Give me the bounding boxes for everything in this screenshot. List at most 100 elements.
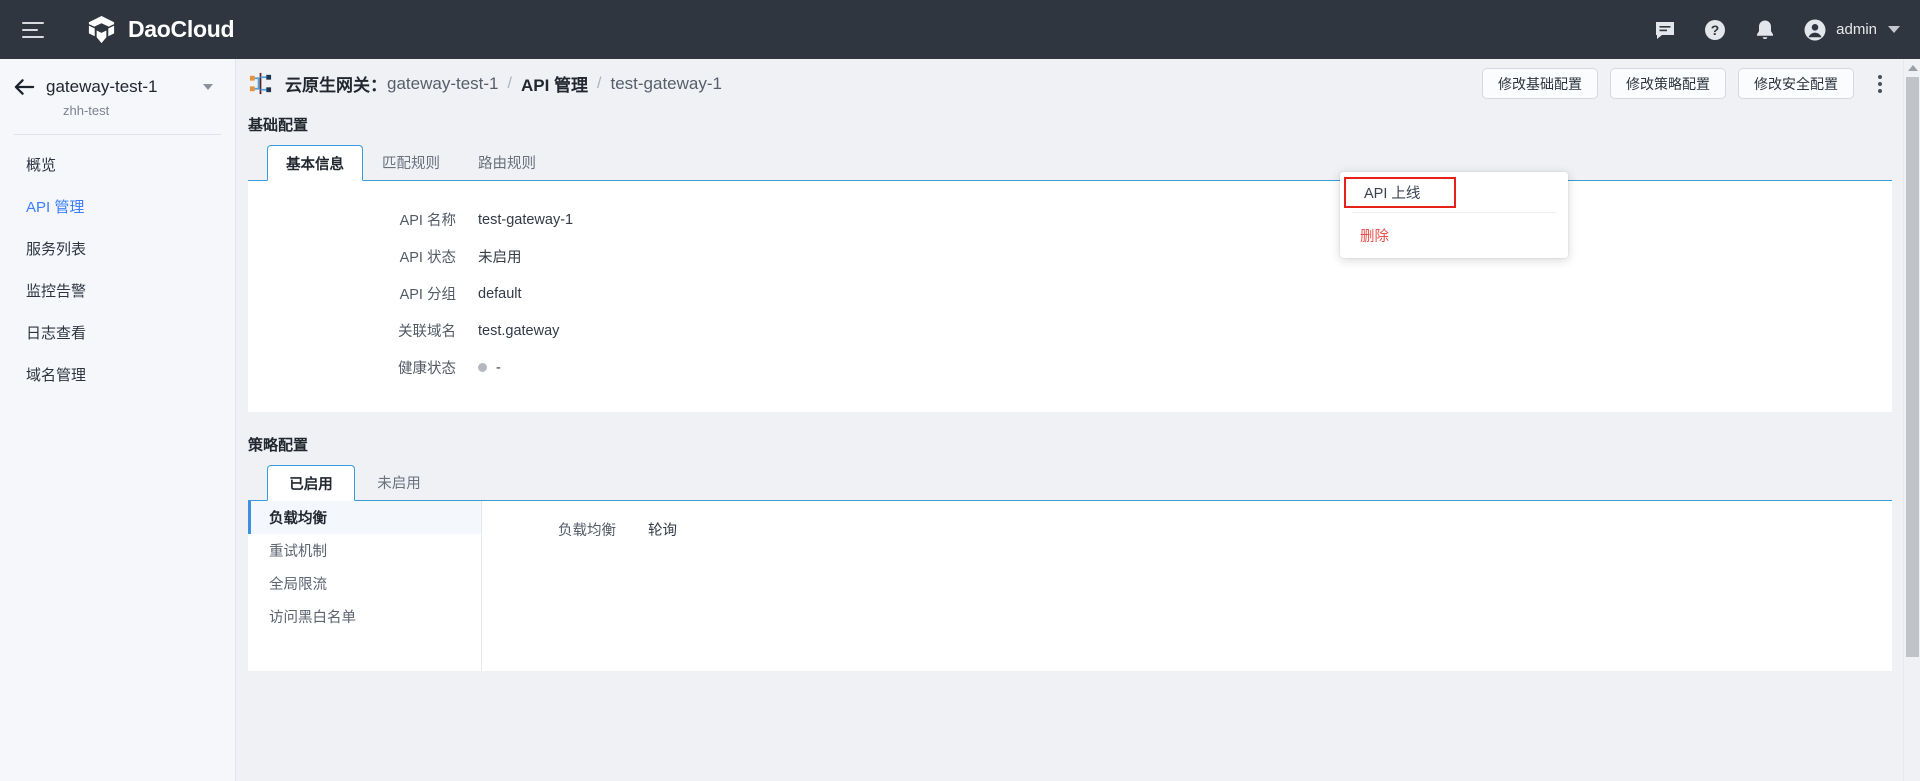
field-value: test-gateway-1 — [478, 211, 574, 228]
tab-enabled[interactable]: 已启用 — [267, 465, 355, 501]
avatar-icon — [1804, 19, 1826, 40]
breadcrumb-label: 云原生网关： — [285, 76, 387, 95]
sidebar-item-api-management[interactable]: API 管理 — [0, 185, 235, 227]
policy-panel: 负载均衡 重试机制 全局限流 访问黑白名单 负载均衡 轮询 — [248, 501, 1892, 671]
menu-item-api-online[interactable]: API 上线 — [1344, 177, 1456, 208]
breadcrumb-separator: / — [507, 74, 512, 92]
sidebar-item-label: 域名管理 — [26, 366, 87, 384]
edit-security-config-button[interactable]: 修改安全配置 — [1738, 68, 1854, 99]
tab-disabled[interactable]: 未启用 — [355, 464, 443, 500]
basic-config-title: 基础配置 — [248, 117, 309, 134]
tab-label: 路由规则 — [478, 156, 536, 172]
app-root: DaoCloud ? admin gateway-test-1 zhh-test… — [0, 0, 1920, 781]
field-label: 健康状态 — [398, 361, 456, 377]
menu-divider — [1352, 212, 1556, 213]
status-dot-icon — [478, 363, 487, 372]
field-row-api-status: API 状态 未启用 — [248, 238, 1892, 275]
scrollbar-thumb[interactable] — [1905, 77, 1919, 657]
policy-item-label: 访问黑白名单 — [269, 610, 356, 626]
field-value: - — [496, 359, 501, 376]
field-row-health-status: 健康状态 - — [248, 349, 1892, 386]
policy-item-load-balancing[interactable]: 负载均衡 — [248, 501, 481, 534]
policy-detail-value: 轮询 — [648, 523, 677, 539]
sidebar-item-label: 日志查看 — [26, 324, 87, 342]
user-menu[interactable]: admin — [1803, 18, 1900, 42]
breadcrumb-gateway[interactable]: gateway-test-1 — [387, 74, 499, 94]
sidebar-header: gateway-test-1 zhh-test — [0, 59, 235, 118]
sidebar-item-overview[interactable]: 概览 — [0, 143, 235, 185]
page-header: 云原生网关： gateway-test-1 / API 管理 / test-ga… — [236, 59, 1920, 108]
sidebar-namespace: zhh-test — [63, 103, 110, 118]
field-row-api-name: API 名称 test-gateway-1 — [248, 201, 1892, 238]
field-row-api-group: API 分组 default — [248, 275, 1892, 312]
brand[interactable]: DaoCloud — [86, 14, 235, 45]
chevron-down-icon[interactable] — [203, 84, 213, 90]
menu-item-delete[interactable]: 删除 — [1340, 217, 1568, 253]
brand-name: DaoCloud — [128, 16, 235, 42]
breadcrumb-separator: / — [597, 74, 602, 92]
scroll-up-arrow-icon[interactable] — [1904, 59, 1920, 76]
policy-item-access-list[interactable]: 访问黑白名单 — [248, 600, 481, 633]
policy-list: 负载均衡 重试机制 全局限流 访问黑白名单 — [248, 501, 482, 671]
basic-config-card: 基本信息 匹配规则 路由规则 API 名称 test-gateway-1 API… — [248, 145, 1892, 412]
sidebar: gateway-test-1 zhh-test 概览 API 管理 服务列表 监… — [0, 59, 236, 781]
sidebar-nav: 概览 API 管理 服务列表 监控告警 日志查看 域名管理 — [0, 135, 235, 395]
hamburger-icon[interactable] — [18, 13, 52, 47]
field-value-group: - — [478, 360, 501, 376]
field-label: 关联域名 — [398, 324, 456, 340]
tab-route-rules[interactable]: 路由规则 — [459, 144, 555, 180]
tab-label: 未启用 — [377, 476, 421, 492]
basic-info-panel: API 名称 test-gateway-1 API 状态 未启用 API 分组 … — [248, 181, 1892, 412]
bell-icon[interactable] — [1753, 18, 1777, 42]
message-icon[interactable] — [1653, 18, 1677, 42]
policy-item-global-rate-limit[interactable]: 全局限流 — [248, 567, 481, 600]
sidebar-item-label: 监控告警 — [26, 282, 87, 300]
field-label: API 名称 — [399, 213, 456, 229]
policy-detail-row: 负载均衡 轮询 — [558, 519, 1892, 540]
breadcrumb: 云原生网关： gateway-test-1 / API 管理 / test-ga… — [285, 71, 722, 96]
menu-item-label: 删除 — [1360, 228, 1389, 245]
policy-config-title: 策略配置 — [248, 437, 309, 454]
back-arrow-icon[interactable] — [14, 78, 35, 96]
sidebar-item-domain-management[interactable]: 域名管理 — [0, 353, 235, 395]
more-actions-dropdown: API 上线 删除 — [1340, 172, 1568, 258]
field-label: API 状态 — [399, 250, 456, 266]
policy-detail: 负载均衡 轮询 — [482, 501, 1892, 671]
sidebar-item-label: 概览 — [26, 156, 57, 174]
kebab-menu-icon[interactable] — [1868, 70, 1892, 98]
sidebar-item-log-view[interactable]: 日志查看 — [0, 311, 235, 353]
tab-label: 已启用 — [289, 476, 333, 493]
breadcrumb-section[interactable]: API 管理 — [521, 71, 588, 96]
breadcrumb-current: test-gateway-1 — [610, 73, 722, 93]
tab-label: 基本信息 — [286, 156, 344, 173]
sidebar-item-service-list[interactable]: 服务列表 — [0, 227, 235, 269]
policy-config-card: 已启用 未启用 负载均衡 重试机制 全局限流 访问黑白名单 负载均衡 轮询 — [248, 465, 1892, 671]
main-content: 云原生网关： gateway-test-1 / API 管理 / test-ga… — [236, 59, 1920, 781]
edit-basic-config-button[interactable]: 修改基础配置 — [1482, 68, 1598, 99]
basic-config-tabs: 基本信息 匹配规则 路由规则 — [248, 145, 1892, 181]
chevron-down-icon[interactable] — [1888, 26, 1900, 33]
header-actions: 修改基础配置 修改策略配置 修改安全配置 — [1482, 68, 1892, 99]
page-scrollbar[interactable] — [1903, 59, 1920, 781]
policy-item-label: 重试机制 — [269, 544, 327, 560]
edit-policy-config-button[interactable]: 修改策略配置 — [1610, 68, 1726, 99]
daocloud-logo-icon — [88, 15, 115, 44]
field-value: default — [478, 285, 522, 302]
policy-item-retry[interactable]: 重试机制 — [248, 534, 481, 567]
basic-info-fields: API 名称 test-gateway-1 API 状态 未启用 API 分组 … — [248, 181, 1892, 412]
tab-basic-info[interactable]: 基本信息 — [267, 145, 363, 181]
help-icon[interactable]: ? — [1703, 18, 1727, 42]
tab-match-rules[interactable]: 匹配规则 — [363, 144, 459, 180]
sidebar-project-name: gateway-test-1 — [46, 77, 158, 96]
sidebar-item-monitoring-alerts[interactable]: 监控告警 — [0, 269, 235, 311]
sidebar-item-label: 服务列表 — [26, 240, 87, 258]
svg-text:?: ? — [1711, 22, 1720, 38]
sidebar-item-label: API 管理 — [26, 198, 85, 216]
field-value: test.gateway — [478, 322, 560, 339]
top-bar: DaoCloud ? admin — [0, 0, 1920, 59]
menu-item-label: API 上线 — [1364, 186, 1421, 202]
sidebar-project-selector[interactable]: gateway-test-1 — [14, 77, 221, 97]
field-row-domain: 关联域名 test.gateway — [248, 312, 1892, 349]
user-name: admin — [1836, 21, 1877, 38]
